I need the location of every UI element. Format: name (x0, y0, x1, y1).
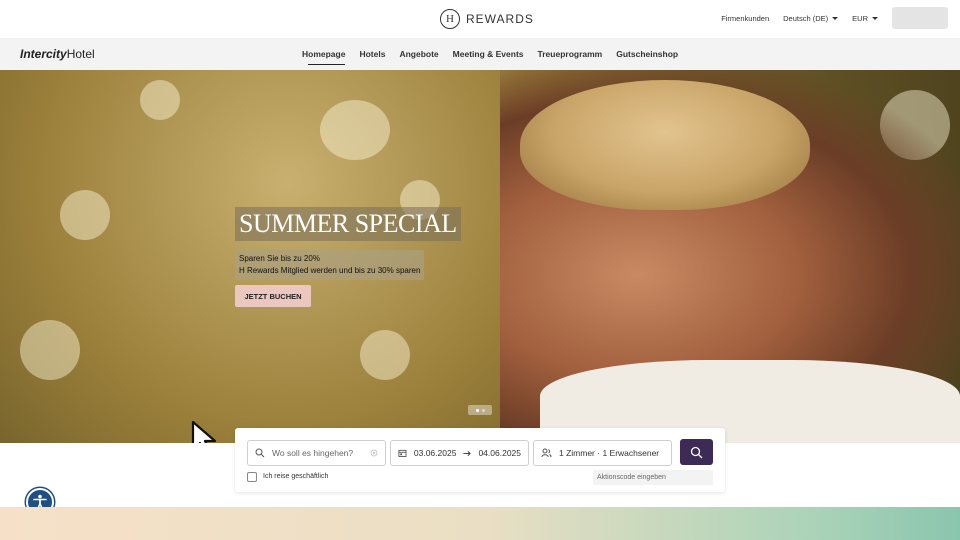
corporate-clients-link[interactable]: Firmenkunden (721, 14, 769, 23)
h-logo-mark: H (440, 9, 460, 29)
location-icon[interactable] (370, 449, 378, 457)
hero-subtext-line1: Sparen Sie bis zu 20% (239, 254, 320, 263)
hero-subtext: Sparen Sie bis zu 20% H Rewards Mitglied… (235, 250, 425, 280)
date-range-field[interactable]: 03.06.2025 04.06.2025 (390, 440, 529, 466)
currency-selector[interactable]: EUR (852, 14, 878, 23)
rooms-guests-value: 1 Zimmer · 1 Erwachsener (559, 448, 660, 458)
nav-item-homepage[interactable]: Homepage (302, 49, 346, 65)
language-selector[interactable]: Deutsch (DE) (783, 13, 839, 23)
primary-nav: Homepage Hotels Angebote Meeting & Event… (302, 49, 678, 65)
nav-item-hotels[interactable]: Hotels (359, 49, 385, 65)
main-navbar: IntercityHotel Homepage Hotels Angebote … (0, 38, 960, 70)
promo-code-input[interactable]: Aktionscode eingeben (593, 470, 713, 485)
top-utility-nav: Firmenkunden Deutsch (DE) EUR (721, 7, 948, 29)
promo-code-placeholder: Aktionscode eingeben (597, 474, 666, 481)
nav-item-loyalty[interactable]: Treueprogramm (538, 49, 603, 65)
hero-headline-box: SUMMER SPECIAL (235, 207, 461, 241)
top-bar: H REWARDS Firmenkunden Deutsch (DE) EUR (0, 0, 960, 38)
currency-label: EUR (852, 13, 868, 23)
booking-widget: Wo soll es hingehen? 03.06.2025 04.06.20… (235, 428, 725, 492)
carousel-dot-active[interactable] (475, 408, 479, 412)
login-button[interactable] (892, 7, 948, 29)
hero-headline: SUMMER SPECIAL (239, 209, 457, 238)
calendar-icon (398, 449, 407, 458)
hero-subtext-line2: H Rewards Mitglied werden und bis zu 30%… (239, 266, 421, 275)
carousel-indicator[interactable] (468, 405, 492, 415)
nav-item-voucher-shop[interactable]: Gutscheinshop (616, 49, 678, 65)
search-icon (255, 448, 265, 458)
search-icon (690, 446, 703, 458)
brand-bold: Intercity (20, 47, 67, 61)
brand-regular: Hotel (66, 47, 95, 61)
hero-bokeh (320, 100, 390, 160)
hero-bokeh (360, 330, 410, 380)
destination-input[interactable]: Wo soll es hingehen? (247, 440, 386, 466)
carousel-dot[interactable] (481, 408, 485, 412)
hero-bokeh (140, 80, 180, 120)
destination-placeholder: Wo soll es hingehen? (272, 448, 354, 458)
chevron-down-icon (872, 16, 878, 20)
language-label: Deutsch (DE) (783, 13, 829, 23)
book-now-button[interactable]: JETZT BUCHEN (235, 285, 311, 307)
search-button[interactable] (680, 439, 713, 465)
arrow-right-icon (463, 450, 472, 456)
checkout-date: 04.06.2025 (478, 448, 521, 458)
checkin-date: 03.06.2025 (413, 448, 457, 458)
mouse-pointer-icon (191, 420, 217, 443)
business-travel-label: Ich reise geschäftlich (263, 473, 329, 480)
hero-bokeh (60, 190, 110, 240)
chevron-down-icon (832, 16, 839, 20)
hero-bokeh (20, 320, 80, 380)
rewards-logo-text: REWARDS (466, 12, 534, 26)
nav-item-meetings-events[interactable]: Meeting & Events (453, 49, 524, 65)
guests-icon (541, 448, 552, 458)
hero-photo-hat (520, 80, 810, 210)
rewards-logo[interactable]: H REWARDS (440, 8, 534, 30)
business-travel-checkbox[interactable] (247, 472, 257, 482)
hero-banner: SUMMER SPECIAL Sparen Sie bis zu 20% H R… (0, 70, 960, 443)
nav-item-offers[interactable]: Angebote (399, 49, 438, 65)
rooms-guests-field[interactable]: 1 Zimmer · 1 Erwachsener (533, 440, 672, 466)
intercityhotel-logo[interactable]: IntercityHotel (20, 47, 95, 61)
promo-band (0, 507, 960, 540)
